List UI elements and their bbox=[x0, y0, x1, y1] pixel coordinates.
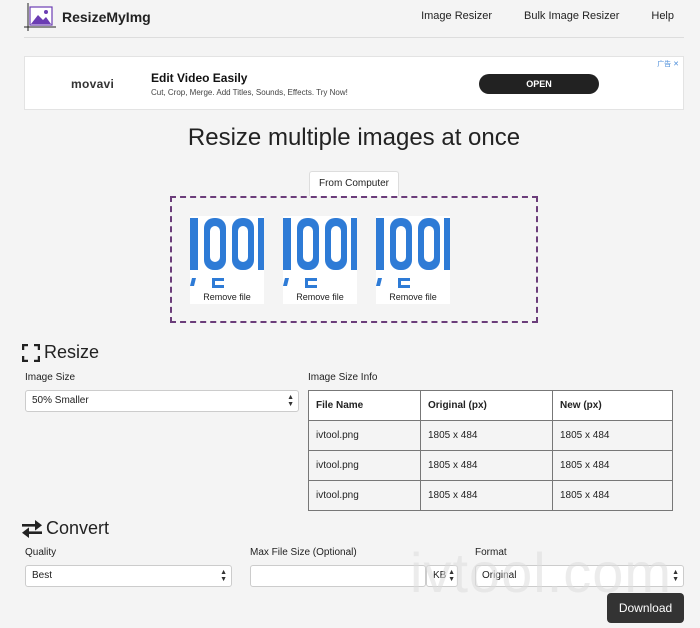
ad-brand-logo: movavi bbox=[71, 77, 115, 91]
logo[interactable]: ResizeMyImg bbox=[24, 3, 151, 31]
header: ResizeMyImg Image Resizer Bulk Image Res… bbox=[0, 0, 700, 36]
quality-select[interactable]: Best ▲ ▼ bbox=[25, 565, 232, 587]
header-divider bbox=[24, 37, 684, 38]
nav-bulk-image-resizer[interactable]: Bulk Image Resizer bbox=[524, 10, 619, 22]
thumbnail-preview-icon bbox=[376, 218, 450, 288]
convert-heading: Convert bbox=[22, 518, 109, 539]
ad-subtitle: Cut, Crop, Merge. Add Titles, Sounds, Ef… bbox=[151, 88, 348, 97]
select-arrows-icon: ▲ ▼ bbox=[672, 569, 679, 583]
quality-value: Best bbox=[32, 570, 53, 581]
resize-icon bbox=[22, 343, 40, 362]
image-size-select[interactable]: 50% Smaller ▲ ▼ bbox=[25, 390, 299, 412]
image-size-label: Image Size bbox=[25, 372, 76, 383]
image-thumbnail: Remove file bbox=[376, 216, 450, 304]
main-nav: Image Resizer Bulk Image Resizer Help bbox=[421, 10, 700, 22]
ad-banner[interactable]: movavi Edit Video Easily Cut, Crop, Merg… bbox=[24, 56, 684, 110]
column-header: File Name bbox=[308, 390, 421, 421]
max-file-size-label: Max File Size (Optional) bbox=[250, 547, 357, 558]
resize-heading-text: Resize bbox=[44, 342, 100, 362]
image-thumbnail: Remove file bbox=[190, 216, 264, 304]
resize-heading: Resize bbox=[22, 342, 99, 363]
remove-file-link[interactable]: Remove file bbox=[283, 292, 357, 302]
upload-dropzone[interactable]: Remove file Remove file Remove file bbox=[170, 196, 538, 323]
nav-help[interactable]: Help bbox=[651, 10, 674, 22]
table-header-row: File Name Original (px) New (px) bbox=[308, 390, 673, 421]
select-arrows-icon: ▲ ▼ bbox=[287, 394, 294, 408]
cell-new: 1805 x 484 bbox=[552, 480, 673, 511]
ad-title: Edit Video Easily bbox=[151, 71, 248, 85]
cell-file-name: ivtool.png bbox=[308, 420, 421, 451]
cell-file-name: ivtool.png bbox=[308, 480, 421, 511]
download-button[interactable]: Download bbox=[607, 593, 684, 623]
cell-new: 1805 x 484 bbox=[552, 450, 673, 481]
max-file-size-input[interactable] bbox=[250, 565, 426, 587]
convert-arrows-icon bbox=[22, 519, 42, 538]
ad-open-button[interactable]: OPEN bbox=[479, 74, 599, 94]
remove-file-link[interactable]: Remove file bbox=[376, 292, 450, 302]
thumbnail-preview-icon bbox=[283, 218, 357, 288]
convert-heading-text: Convert bbox=[46, 518, 110, 538]
logo-text: ResizeMyImg bbox=[62, 9, 151, 25]
cell-file-name: ivtool.png bbox=[308, 450, 421, 481]
image-size-table: File Name Original (px) New (px) ivtool.… bbox=[308, 390, 673, 511]
ad-choices-icon[interactable]: 广告 ✕ bbox=[657, 59, 679, 69]
image-size-info-label: Image Size Info bbox=[308, 372, 378, 383]
cell-original: 1805 x 484 bbox=[420, 480, 553, 511]
logo-image-icon bbox=[24, 3, 56, 31]
select-arrows-icon: ▲ ▼ bbox=[220, 569, 227, 583]
remove-file-link[interactable]: Remove file bbox=[190, 292, 264, 302]
image-size-value: 50% Smaller bbox=[32, 395, 89, 406]
table-row: ivtool.png 1805 x 484 1805 x 484 bbox=[308, 420, 673, 451]
column-header: Original (px) bbox=[420, 390, 553, 421]
table-row: ivtool.png 1805 x 484 1805 x 484 bbox=[308, 450, 673, 481]
image-thumbnail: Remove file bbox=[283, 216, 357, 304]
table-row: ivtool.png 1805 x 484 1805 x 484 bbox=[308, 480, 673, 511]
column-header: New (px) bbox=[552, 390, 673, 421]
thumbnail-preview-icon bbox=[190, 218, 264, 288]
cell-original: 1805 x 484 bbox=[420, 450, 553, 481]
cell-original: 1805 x 484 bbox=[420, 420, 553, 451]
tab-from-computer[interactable]: From Computer bbox=[309, 171, 399, 197]
page-title: Resize multiple images at once bbox=[187, 124, 521, 151]
quality-label: Quality bbox=[25, 547, 57, 558]
nav-image-resizer[interactable]: Image Resizer bbox=[421, 10, 492, 22]
cell-new: 1805 x 484 bbox=[552, 420, 673, 451]
